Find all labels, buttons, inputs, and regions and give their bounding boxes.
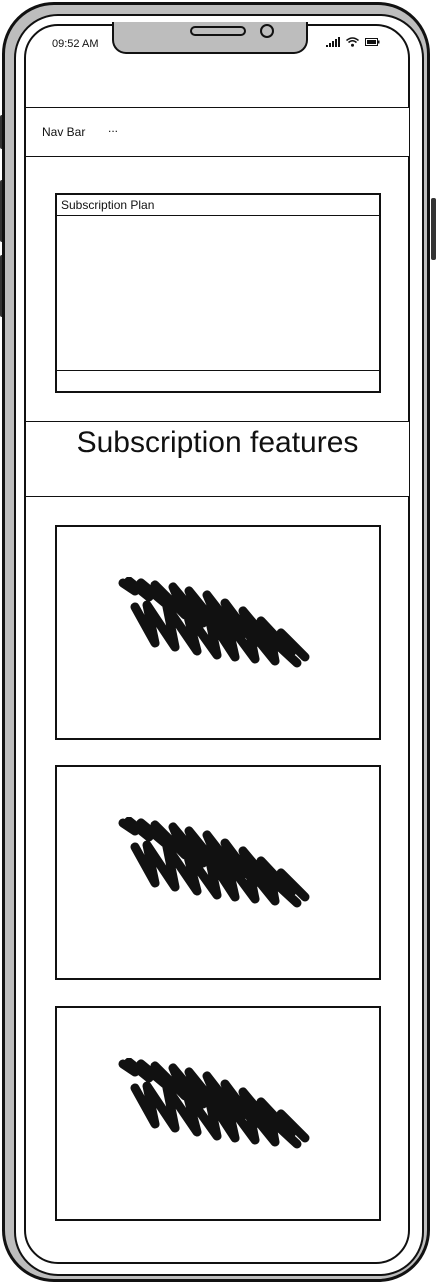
nav-bar: Nav Bar ... xyxy=(25,107,410,157)
feature-card[interactable] xyxy=(55,525,381,740)
features-header: Subscription features xyxy=(25,421,410,497)
signal-icon xyxy=(326,37,340,47)
subscription-plan-footer xyxy=(57,370,379,391)
image-placeholder-icon xyxy=(118,817,310,908)
image-placeholder-icon xyxy=(118,1058,310,1149)
nav-menu-button[interactable]: ... xyxy=(108,121,118,135)
feature-card[interactable] xyxy=(55,765,381,980)
battery-icon xyxy=(365,38,380,46)
status-icons xyxy=(326,37,380,47)
feature-card[interactable] xyxy=(55,1006,381,1221)
subscription-plan-panel: Subscription Plan xyxy=(55,193,381,393)
speaker-grille xyxy=(190,26,246,36)
status-time: 09:52 AM xyxy=(52,38,99,50)
wifi-icon xyxy=(346,37,359,47)
phone-mockup: 09:52 AM Nav Bar ... Subscription Plan S… xyxy=(0,0,436,1288)
phone-notch xyxy=(112,22,308,54)
features-heading: Subscription features xyxy=(76,426,359,459)
nav-bar-title: Nav Bar xyxy=(42,125,86,139)
subscription-plan-title: Subscription Plan xyxy=(57,195,379,216)
front-camera xyxy=(260,24,274,38)
image-placeholder-icon xyxy=(118,577,310,668)
power-button xyxy=(431,198,436,260)
